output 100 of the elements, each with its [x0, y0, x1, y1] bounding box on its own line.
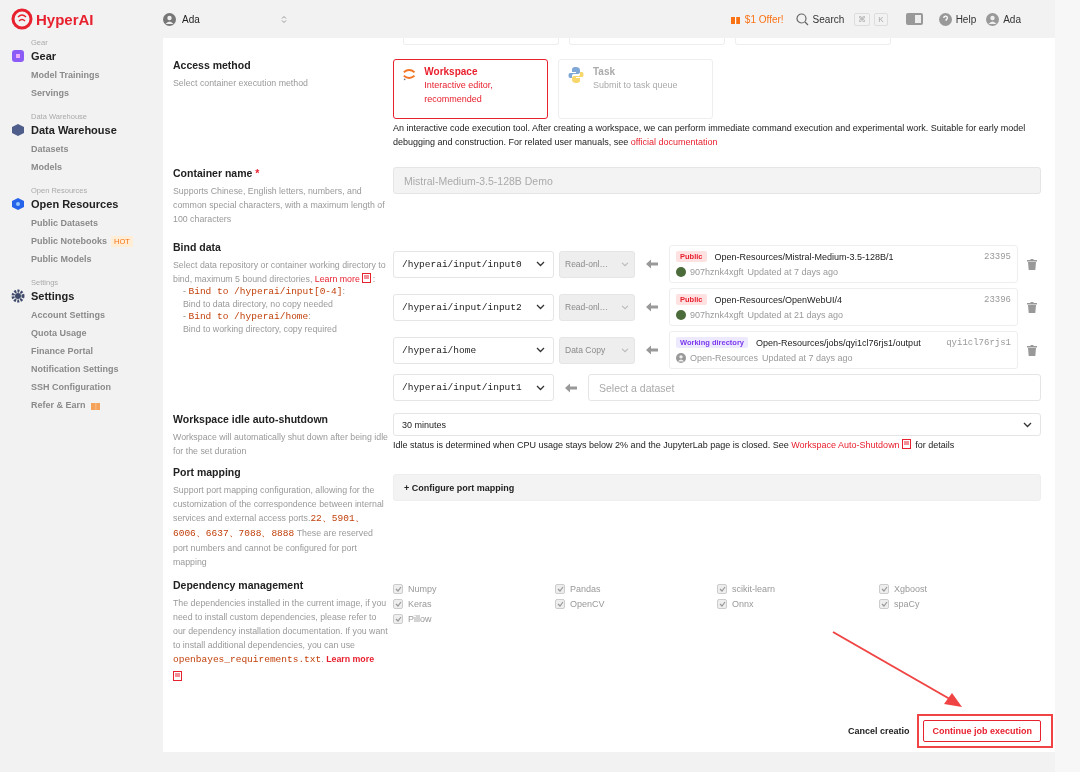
source-owner: 907hznk4xgft [690, 309, 744, 320]
settings-icon [11, 289, 25, 303]
continue-button[interactable]: Continue job execution [923, 720, 1041, 742]
configure-port-button[interactable]: + Configure port mapping [393, 474, 1041, 501]
section-title[interactable]: Settings [31, 290, 75, 302]
offer-link[interactable]: $1 Offer! [744, 13, 784, 25]
sidebar-item[interactable]: Public Notebooks [31, 236, 107, 246]
chevron-down-icon [621, 261, 629, 267]
checkbox[interactable] [393, 583, 403, 594]
dataset-select-field[interactable]: Select a dataset [588, 374, 1041, 401]
chevron-down-icon [536, 261, 545, 267]
documentation-link[interactable]: official documentation [630, 137, 718, 147]
source-updated: Updated at 7 days ago [762, 352, 853, 363]
chevron-down-icon [536, 384, 545, 391]
help-icon [938, 12, 952, 26]
mode-select[interactable]: Read-onl… [559, 250, 635, 278]
left-arrow-icon [646, 302, 658, 312]
mode-select[interactable]: Data Copy [559, 336, 635, 364]
cancel-button[interactable]: Cancel creatio [847, 726, 910, 736]
sidebar-item[interactable]: Public Datasets [31, 218, 99, 228]
sidebar-item[interactable]: Public Models [31, 254, 92, 264]
method-option[interactable]: Workspace Interactive editor, recommended [393, 59, 548, 119]
section-title[interactable]: Data Warehouse [31, 124, 117, 136]
rule-path: - Bind to /hyperai/input[0-4]: [183, 286, 346, 297]
user-name[interactable]: Ada [1003, 13, 1021, 25]
sidebar-item[interactable]: Quota Usage [31, 328, 87, 338]
field-description: Select data repository or container working directory to bind, maximum 5 bound directories, Learn more : [173, 259, 387, 286]
sidebar-item[interactable]: Account Settings [31, 310, 105, 320]
brand-name: HyperAI [36, 10, 94, 28]
field-label: Port mapping [173, 466, 242, 478]
checkbox[interactable] [879, 583, 889, 594]
field-label: Dependency management [173, 579, 305, 591]
mount-path-select[interactable]: /hyperai/input/input0 [393, 250, 554, 278]
checkbox[interactable] [555, 583, 565, 594]
auto-shutdown-link[interactable]: Workspace Auto-Shutdown [791, 440, 900, 450]
learn-more-link[interactable]: Learn more [314, 274, 360, 284]
workspace-switcher[interactable]: Ada [163, 12, 287, 26]
mount-path-select[interactable]: /hyperai/input/input1 [393, 374, 554, 401]
checkbox[interactable] [393, 598, 403, 609]
learn-more-link[interactable]: Learn more [326, 654, 375, 664]
mount-path-select[interactable]: /hyperai/home [393, 336, 554, 364]
delete-icon[interactable] [1027, 258, 1037, 270]
field-description: Workspace will automatically shut down after being idle for the set duration [173, 431, 389, 458]
package-name: Keras [408, 598, 432, 609]
package-name: Xgboost [894, 583, 928, 594]
delete-icon[interactable] [1027, 344, 1037, 356]
sidebar-item[interactable]: Datasets [31, 144, 69, 154]
avatar-icon [676, 266, 686, 277]
sidebar-item[interactable]: Finance Portal [31, 346, 93, 356]
book-icon [361, 273, 371, 283]
checkbox[interactable] [393, 613, 403, 624]
source-id: 23395 [984, 251, 1011, 262]
checkbox[interactable] [717, 598, 727, 609]
help-link[interactable]: Help [955, 13, 977, 25]
package-name: Pillow [408, 613, 432, 624]
source-updated: Updated at 7 days ago [747, 266, 839, 277]
mount-path-select[interactable]: /hyperai/input/input2 [393, 293, 554, 321]
search-label[interactable]: Search [812, 13, 845, 25]
checkbox[interactable] [879, 598, 889, 609]
jupyter-icon [402, 66, 417, 82]
field-description: Supports Chinese, English letters, numbers, and common special characters, with a maximum length of 100 characters [173, 185, 386, 226]
field-label: Workspace idle auto-shutdown [173, 413, 329, 425]
rule-path: - Bind to /hyperai/home: [183, 311, 312, 322]
mode-select[interactable]: Read-onl… [559, 293, 635, 321]
sidebar-item[interactable]: SSH Configuration [31, 382, 111, 392]
field-description: Support port mapping configuration, allowing for the customization of the correspondence between internal services and external access ports.22、5901、6006、6637、7088、8888 These are reserved port numbers and cannot be configured for port mapping [173, 484, 385, 569]
delete-icon[interactable] [1027, 301, 1037, 313]
field-label: Bind data [173, 241, 222, 253]
chevron-down-icon [621, 304, 629, 310]
sidebar-item[interactable]: Models [31, 162, 62, 172]
source-updated: Updated at 21 days ago [747, 309, 844, 320]
avatar-icon [676, 352, 686, 363]
section-title[interactable]: Gear [31, 50, 57, 62]
method-note: An interactive code execution tool. After creating a workspace, we can perform immediate command execution and experimental work. Suitable for early model debugging and construction. For related user manuals, see official documentation [393, 122, 1027, 149]
package-name: scikit-learn [732, 583, 775, 594]
sidebar-item[interactable]: Refer & Earn [31, 400, 86, 410]
method-option[interactable]: Task Submit to task queue [558, 59, 713, 119]
book-icon [901, 439, 911, 449]
avatar-icon [163, 12, 176, 26]
checkbox[interactable] [717, 583, 727, 594]
package-name: Onnx [732, 598, 754, 609]
sidebar-item[interactable]: Notification Settings [31, 364, 119, 374]
package-name: OpenCV [570, 598, 605, 609]
source-path: Open-Resources/jobs/qyi1cl76rjs1/output [756, 337, 921, 348]
source-path: Open-Resources/OpenWebUI/4 [714, 294, 842, 305]
left-arrow-icon [565, 382, 577, 393]
duration-select[interactable]: 30 minutes [393, 413, 1041, 436]
source-id: 23396 [984, 294, 1011, 305]
python-icon [567, 66, 585, 84]
checkbox[interactable] [555, 598, 565, 609]
chevron-down-icon [1023, 421, 1032, 428]
source-path: Open-Resources/Mistral-Medium-3.5-128B/1 [714, 251, 894, 262]
section-title[interactable]: Open Resources [31, 198, 119, 210]
sort-caret-icon [281, 14, 287, 24]
sidebar-item[interactable]: Model Trainings [31, 70, 100, 80]
sidebar-item[interactable]: Servings [31, 88, 70, 98]
cube-icon [11, 49, 25, 63]
rule-description: Bind to working directory, copy required [183, 323, 338, 336]
field-label: Container name * [173, 167, 261, 179]
chevron-down-icon [621, 347, 629, 353]
